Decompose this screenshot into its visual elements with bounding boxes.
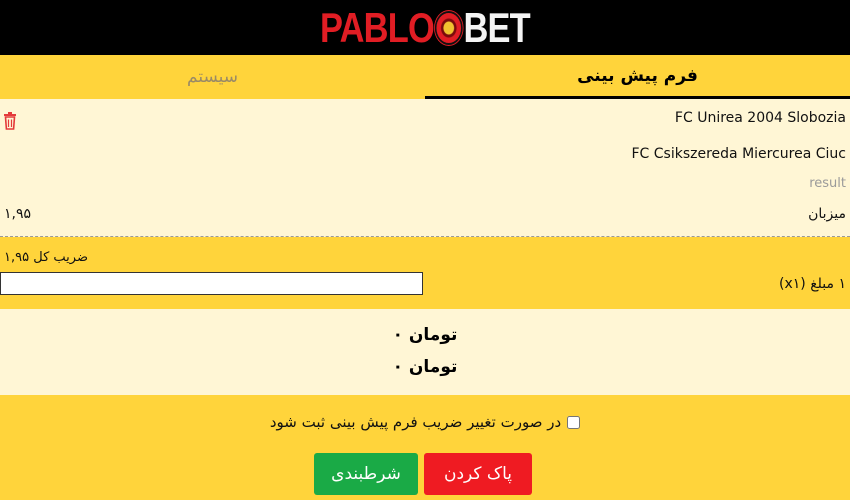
logo-text-right: BET bbox=[463, 3, 530, 51]
selection-label: میزبان bbox=[808, 206, 846, 222]
market-label: result bbox=[809, 176, 846, 191]
payout-summary bbox=[0, 309, 850, 395]
total-stake-amount: تومان ۰ bbox=[392, 325, 458, 345]
tab-system[interactable]: سیستم bbox=[0, 55, 425, 99]
possible-win-amount: تومان ۰ bbox=[392, 357, 458, 377]
accept-odds-change-option[interactable]: در صورت تغییر ضریب فرم پیش بینی ثبت شود bbox=[0, 413, 850, 431]
site-logo[interactable]: PABLO BET bbox=[320, 3, 531, 52]
clear-button[interactable]: پاک کردن bbox=[424, 453, 532, 495]
site-header: PABLO BET bbox=[0, 0, 850, 55]
selection-odds: ۱,۹۵ bbox=[4, 206, 32, 222]
stake-input[interactable] bbox=[0, 272, 423, 295]
stake-label: ۱ مبلغ (x۱) bbox=[779, 276, 846, 292]
logo-text-left: PABLO bbox=[320, 3, 435, 51]
poker-chip-icon bbox=[436, 12, 462, 43]
place-bet-button[interactable]: شرطبندی bbox=[314, 453, 418, 495]
home-team-name: FC Unirea 2004 Slobozia bbox=[674, 110, 846, 126]
tab-single-form[interactable]: فرم پیش بینی bbox=[425, 55, 850, 99]
away-team-name: FC Csikszereda Miercurea Ciuc bbox=[631, 146, 846, 162]
total-odds: ضریب کل ۱,۹۵ bbox=[4, 250, 88, 265]
accept-odds-change-label: در صورت تغییر ضریب فرم پیش بینی ثبت شود bbox=[269, 413, 562, 431]
accept-odds-change-checkbox[interactable] bbox=[567, 415, 581, 429]
betslip-tabs: فرم پیش بینی سیستم bbox=[0, 55, 850, 99]
trash-icon[interactable] bbox=[3, 112, 17, 130]
